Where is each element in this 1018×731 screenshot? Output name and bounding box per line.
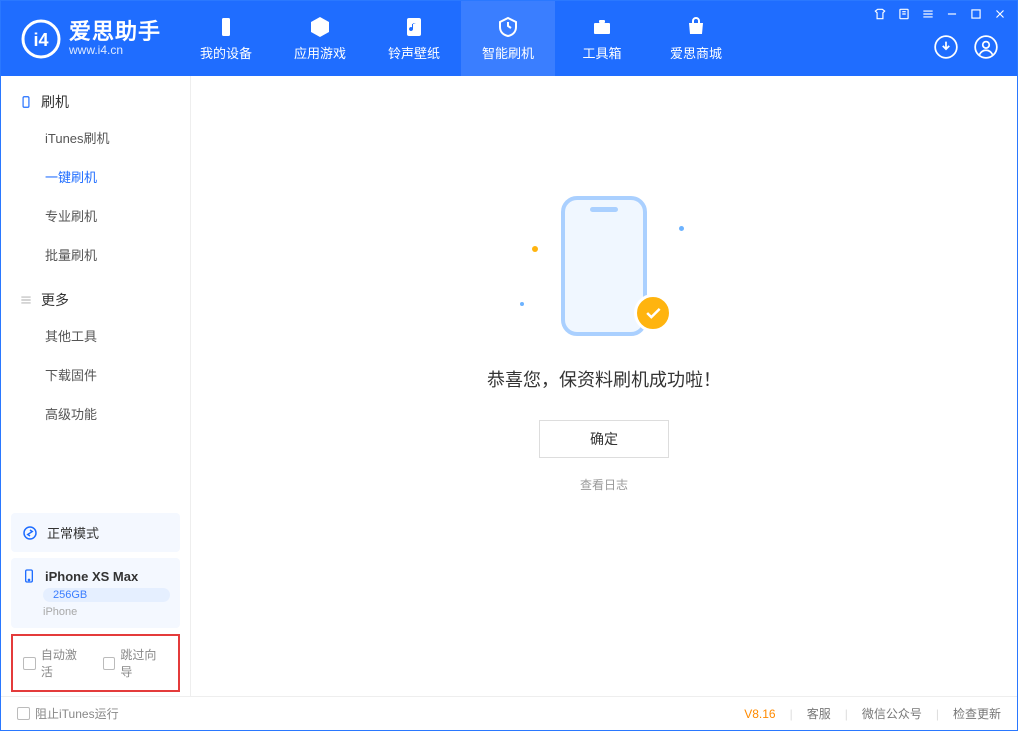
sidebar-item-download-firmware[interactable]: 下载固件 (1, 355, 190, 394)
status-left: 阻止iTunes运行 (17, 705, 119, 722)
auto-activate-checkbox[interactable]: 自动激活 (23, 646, 89, 680)
app-name: 爱思助手 (69, 20, 161, 44)
view-log-link[interactable]: 查看日志 (580, 476, 628, 493)
device-type: iPhone (43, 606, 170, 618)
minimize-icon[interactable] (945, 7, 959, 21)
sidebar: 刷机 iTunes刷机 一键刷机 专业刷机 批量刷机 更多 其他工具 下载固件 … (1, 76, 191, 696)
section-more: 更多 (1, 274, 190, 316)
logo-icon: i4 (21, 19, 61, 59)
tab-label: 我的设备 (200, 43, 252, 62)
mode-card[interactable]: 正常模式 (11, 513, 180, 552)
tab-label: 智能刷机 (482, 43, 534, 62)
checkbox-row-highlighted: 自动激活 跳过向导 (11, 634, 180, 692)
checkbox-label: 阻止iTunes运行 (35, 705, 119, 722)
block-itunes-checkbox[interactable]: 阻止iTunes运行 (17, 705, 119, 722)
mode-label: 正常模式 (47, 523, 99, 542)
header: i4 爱思助手 www.i4.cn 我的设备 应用游戏 铃声壁纸 智能刷机 (1, 1, 1017, 76)
download-icon[interactable] (933, 34, 959, 60)
device-card[interactable]: iPhone XS Max 256GB iPhone (11, 558, 180, 628)
tab-label: 工具箱 (583, 43, 622, 62)
cycle-icon (21, 524, 39, 542)
section-title-text: 更多 (41, 290, 69, 310)
app-window: i4 爱思助手 www.i4.cn 我的设备 应用游戏 铃声壁纸 智能刷机 (0, 0, 1018, 731)
tab-toolbox[interactable]: 工具箱 (555, 1, 649, 76)
menu-icon[interactable] (921, 7, 935, 21)
success-text: 恭喜您，保资料刷机成功啦！ (487, 366, 721, 392)
section-title-text: 刷机 (41, 92, 69, 112)
tab-label: 爱思商城 (670, 43, 722, 62)
tab-label: 铃声壁纸 (388, 43, 440, 62)
version-label: V8.16 (744, 707, 775, 721)
user-icon[interactable] (973, 34, 999, 60)
tab-label: 应用游戏 (294, 43, 346, 62)
note-icon[interactable] (897, 7, 911, 21)
sidebar-item-onekey-flash[interactable]: 一键刷机 (1, 157, 190, 196)
list-icon (19, 293, 33, 307)
nav-tabs: 我的设备 应用游戏 铃声壁纸 智能刷机 工具箱 爱思商城 (179, 1, 743, 76)
tab-store[interactable]: 爱思商城 (649, 1, 743, 76)
device-phone-icon (21, 568, 37, 584)
section-flash: 刷机 (1, 76, 190, 118)
tab-ringtones[interactable]: 铃声壁纸 (367, 1, 461, 76)
phone-icon (19, 95, 33, 109)
sparkle-icon (520, 302, 524, 306)
skip-guide-checkbox[interactable]: 跳过向导 (103, 646, 169, 680)
device-name: iPhone XS Max (45, 569, 138, 584)
sidebar-item-other-tools[interactable]: 其他工具 (1, 316, 190, 355)
logo: i4 爱思助手 www.i4.cn (1, 1, 179, 76)
tab-apps-games[interactable]: 应用游戏 (273, 1, 367, 76)
tab-smart-flash[interactable]: 智能刷机 (461, 1, 555, 76)
check-badge-icon (634, 294, 672, 332)
svg-text:i4: i4 (33, 30, 48, 50)
checkbox-label: 跳过向导 (120, 646, 168, 680)
sparkle-icon (679, 226, 684, 231)
shirt-icon[interactable] (873, 7, 887, 21)
link-support[interactable]: 客服 (807, 705, 831, 722)
sidebar-item-advanced[interactable]: 高级功能 (1, 394, 190, 433)
link-update[interactable]: 检查更新 (953, 705, 1001, 722)
header-right (933, 34, 999, 60)
checkbox-label: 自动激活 (41, 646, 89, 680)
sidebar-item-batch-flash[interactable]: 批量刷机 (1, 235, 190, 274)
sidebar-item-itunes-flash[interactable]: iTunes刷机 (1, 118, 190, 157)
sidebar-item-pro-flash[interactable]: 专业刷机 (1, 196, 190, 235)
maximize-icon[interactable] (969, 7, 983, 21)
app-url: www.i4.cn (69, 44, 161, 57)
window-controls (873, 7, 1007, 21)
tab-my-device[interactable]: 我的设备 (179, 1, 273, 76)
storage-badge: 256GB (43, 588, 170, 602)
main-content: 恭喜您，保资料刷机成功啦！ 确定 查看日志 (191, 76, 1017, 696)
ok-button[interactable]: 确定 (539, 420, 669, 458)
link-wechat[interactable]: 微信公众号 (862, 705, 922, 722)
success-illustration (514, 196, 694, 346)
body: 刷机 iTunes刷机 一键刷机 专业刷机 批量刷机 更多 其他工具 下载固件 … (1, 76, 1017, 696)
status-bar: 阻止iTunes运行 V8.16 | 客服 | 微信公众号 | 检查更新 (1, 696, 1017, 730)
close-icon[interactable] (993, 7, 1007, 21)
sparkle-icon (532, 246, 538, 252)
status-right: V8.16 | 客服 | 微信公众号 | 检查更新 (744, 705, 1001, 722)
